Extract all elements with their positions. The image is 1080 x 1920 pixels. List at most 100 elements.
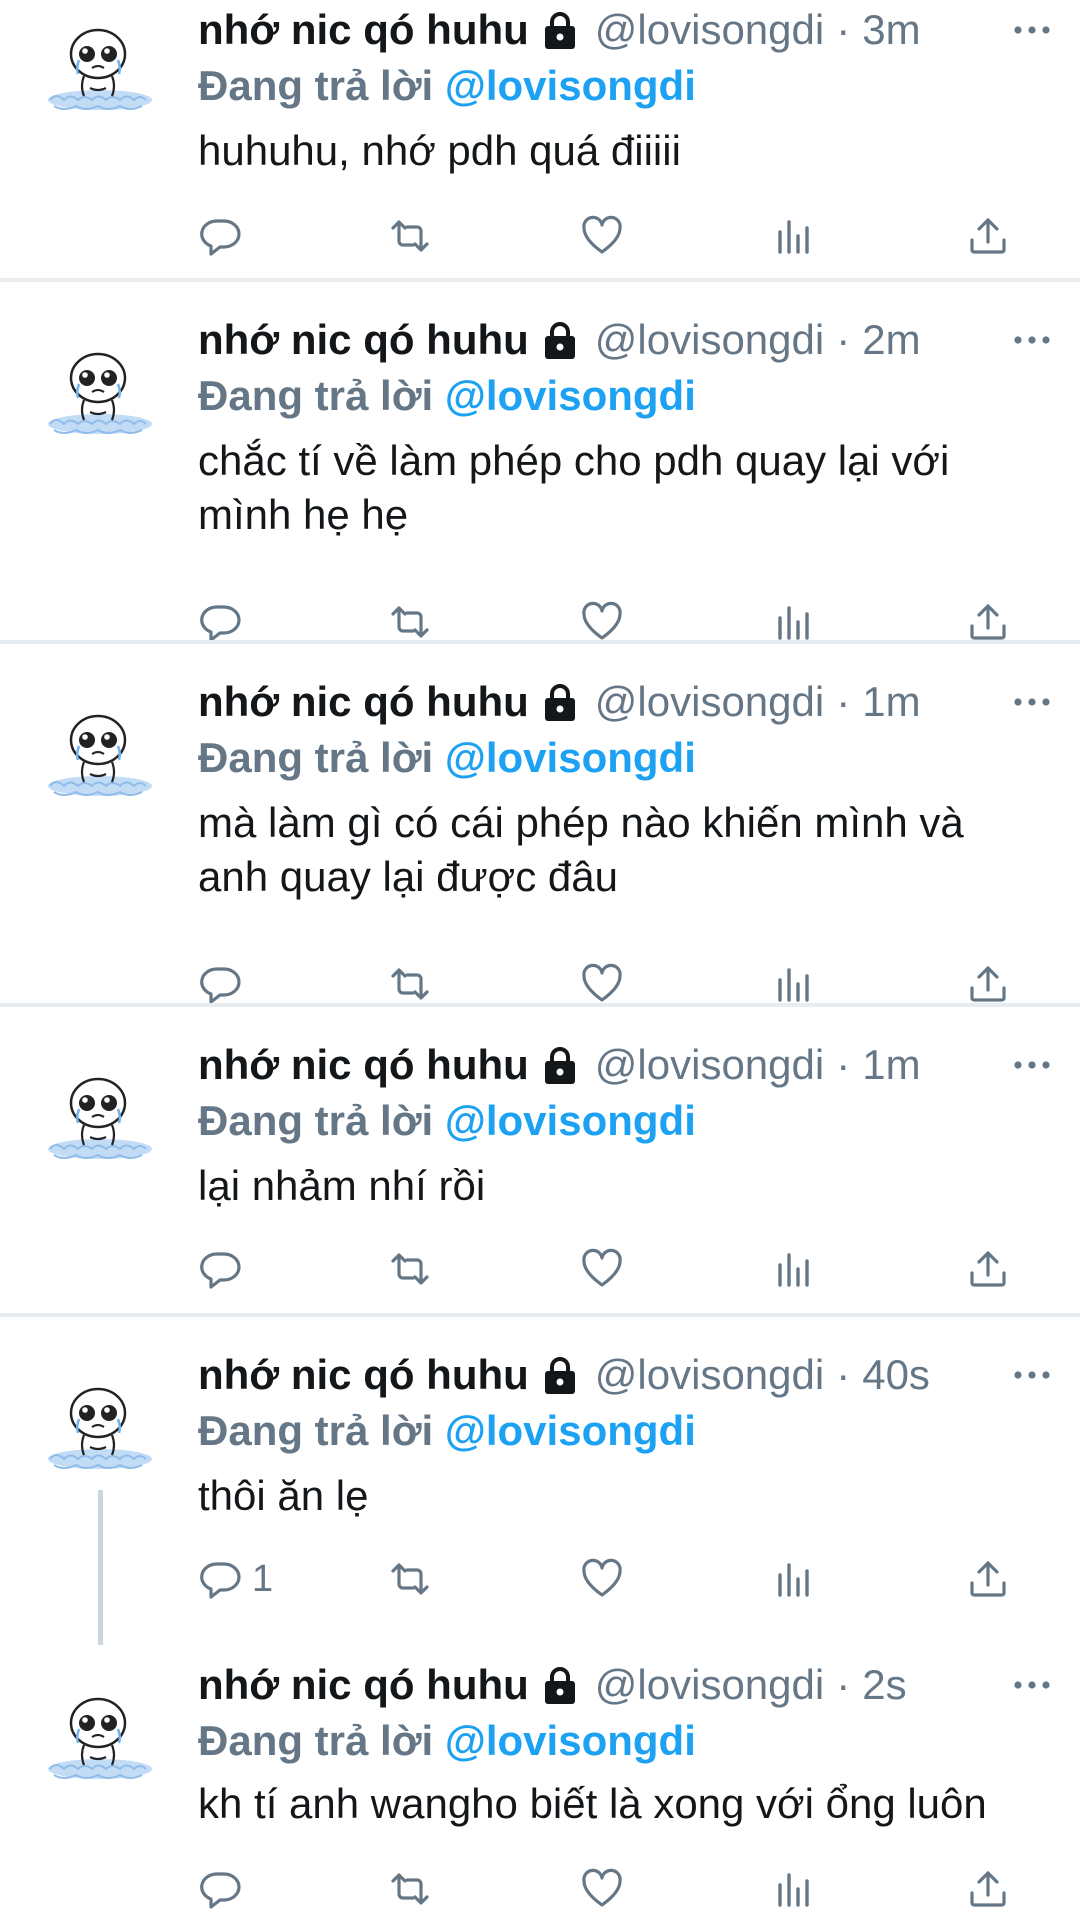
- tweet[interactable]: nhớ nic qó huhu @lovisongdi · 40s Đang t…: [0, 1317, 1080, 1627]
- like-icon: [580, 600, 624, 644]
- reply-icon: [198, 1867, 242, 1911]
- analytics-button[interactable]: [772, 210, 816, 262]
- replying-to-line: Đang trả lời @lovisongdi: [198, 1715, 1040, 1767]
- lock-icon: [539, 1044, 581, 1086]
- reply-button[interactable]: [198, 1863, 252, 1915]
- crying-doodle-avatar[interactable]: [40, 1683, 162, 1805]
- replying-label: Đang trả lời: [198, 1717, 434, 1764]
- like-icon: [580, 1247, 624, 1291]
- separator-dot: ·: [836, 6, 851, 53]
- timestamp[interactable]: 3m: [862, 4, 920, 56]
- timestamp[interactable]: 1m: [862, 1039, 920, 1091]
- replying-to-link[interactable]: @lovisongdi: [445, 1717, 696, 1764]
- retweet-button[interactable]: [388, 210, 432, 262]
- like-button[interactable]: [580, 210, 624, 262]
- reply-icon: [198, 600, 242, 644]
- tweet[interactable]: nhớ nic qó huhu @lovisongdi · 1m Đang tr…: [0, 1007, 1080, 1317]
- retweet-icon: [388, 600, 432, 644]
- replying-label: Đang trả lời: [198, 1407, 434, 1454]
- display-name[interactable]: nhớ nic qó huhu: [198, 314, 529, 366]
- user-handle[interactable]: @lovisongdi: [595, 1039, 824, 1091]
- tweet[interactable]: nhớ nic qó huhu @lovisongdi · 1m Đang tr…: [0, 644, 1080, 1007]
- user-handle[interactable]: @lovisongdi: [595, 1349, 824, 1401]
- replying-to-link[interactable]: @lovisongdi: [445, 734, 696, 781]
- tweet[interactable]: nhớ nic qó huhu @lovisongdi · 2m Đang tr…: [0, 282, 1080, 644]
- timestamp[interactable]: 40s: [862, 1349, 930, 1401]
- retweet-icon: [388, 214, 432, 258]
- crying-doodle-avatar[interactable]: [40, 700, 162, 822]
- timestamp[interactable]: 2m: [862, 314, 920, 366]
- share-button[interactable]: [966, 1553, 1010, 1605]
- tweet-actions: [198, 210, 1018, 262]
- display-name[interactable]: nhớ nic qó huhu: [198, 4, 529, 56]
- reply-icon: [198, 214, 242, 258]
- user-handle[interactable]: @lovisongdi: [595, 4, 824, 56]
- reply-icon: [198, 1247, 242, 1291]
- like-button[interactable]: [580, 1243, 624, 1295]
- replying-to-link[interactable]: @lovisongdi: [445, 372, 696, 419]
- analytics-button[interactable]: [772, 1553, 816, 1605]
- timestamp[interactable]: 1m: [862, 676, 920, 728]
- crying-doodle-avatar[interactable]: [40, 1373, 162, 1495]
- share-button[interactable]: [966, 1243, 1010, 1295]
- tweet-actions: 1: [198, 1553, 1018, 1605]
- share-icon: [966, 1557, 1010, 1601]
- like-icon: [580, 1867, 624, 1911]
- reply-button[interactable]: [198, 1243, 252, 1295]
- more-options-icon[interactable]: [1008, 10, 1056, 50]
- crying-doodle-avatar[interactable]: [40, 338, 162, 460]
- display-name[interactable]: nhớ nic qó huhu: [198, 1039, 529, 1091]
- replying-label: Đang trả lời: [198, 734, 434, 781]
- separator-dot: ·: [836, 678, 851, 725]
- replying-to-link[interactable]: @lovisongdi: [445, 62, 696, 109]
- tweet[interactable]: nhớ nic qó huhu @lovisongdi · 3m Đang tr…: [0, 0, 1080, 282]
- tweet-header: nhớ nic qó huhu @lovisongdi · 3m: [198, 4, 1040, 56]
- tweet-header: nhớ nic qó huhu @lovisongdi · 2m: [198, 314, 1040, 366]
- more-options-icon[interactable]: [1008, 320, 1056, 360]
- more-options-icon[interactable]: [1008, 1665, 1056, 1705]
- replying-label: Đang trả lời: [198, 62, 434, 109]
- crying-doodle-avatar[interactable]: [40, 1063, 162, 1185]
- user-handle[interactable]: @lovisongdi: [595, 314, 824, 366]
- replying-to-link[interactable]: @lovisongdi: [445, 1407, 696, 1454]
- display-name[interactable]: nhớ nic qó huhu: [198, 1349, 529, 1401]
- reply-button[interactable]: 1: [198, 1553, 273, 1605]
- reply-button[interactable]: [198, 210, 252, 262]
- tweet-header: nhớ nic qó huhu @lovisongdi · 2s: [198, 1659, 1040, 1711]
- user-handle[interactable]: @lovisongdi: [595, 1659, 824, 1711]
- more-options-icon[interactable]: [1008, 682, 1056, 722]
- reply-icon: [198, 962, 242, 1006]
- retweet-button[interactable]: [388, 1863, 432, 1915]
- crying-doodle-avatar[interactable]: [40, 14, 162, 136]
- display-name[interactable]: nhớ nic qó huhu: [198, 1659, 529, 1711]
- separator-dot: ·: [836, 1351, 851, 1398]
- analytics-button[interactable]: [772, 1243, 816, 1295]
- tweet-actions: [198, 1863, 1018, 1915]
- lock-icon: [539, 1664, 581, 1706]
- share-icon: [966, 214, 1010, 258]
- lock-icon: [539, 1354, 581, 1396]
- more-options-icon[interactable]: [1008, 1355, 1056, 1395]
- share-button[interactable]: [966, 1863, 1010, 1915]
- retweet-button[interactable]: [388, 1243, 432, 1295]
- tweet-text: thôi ăn lẹ: [198, 1472, 369, 1519]
- display-name[interactable]: nhớ nic qó huhu: [198, 676, 529, 728]
- separator-dot: ·: [836, 316, 851, 363]
- tweet[interactable]: nhớ nic qó huhu @lovisongdi · 2s Đang tr…: [0, 1627, 1080, 1920]
- share-button[interactable]: [966, 210, 1010, 262]
- separator-dot: ·: [836, 1661, 851, 1708]
- timestamp[interactable]: 2s: [862, 1659, 906, 1711]
- tweet-text: mà làm gì có cái phép nào khiến mình và …: [198, 799, 964, 900]
- replying-to-link[interactable]: @lovisongdi: [445, 1097, 696, 1144]
- like-button[interactable]: [580, 1553, 624, 1605]
- retweet-button[interactable]: [388, 1553, 432, 1605]
- retweet-icon: [388, 1557, 432, 1601]
- like-icon: [580, 214, 624, 258]
- analytics-button[interactable]: [772, 1863, 816, 1915]
- more-options-icon[interactable]: [1008, 1045, 1056, 1085]
- share-icon: [966, 1247, 1010, 1291]
- user-handle[interactable]: @lovisongdi: [595, 676, 824, 728]
- like-button[interactable]: [580, 1863, 624, 1915]
- replying-to-line: Đang trả lời @lovisongdi: [198, 1095, 1040, 1147]
- retweet-icon: [388, 962, 432, 1006]
